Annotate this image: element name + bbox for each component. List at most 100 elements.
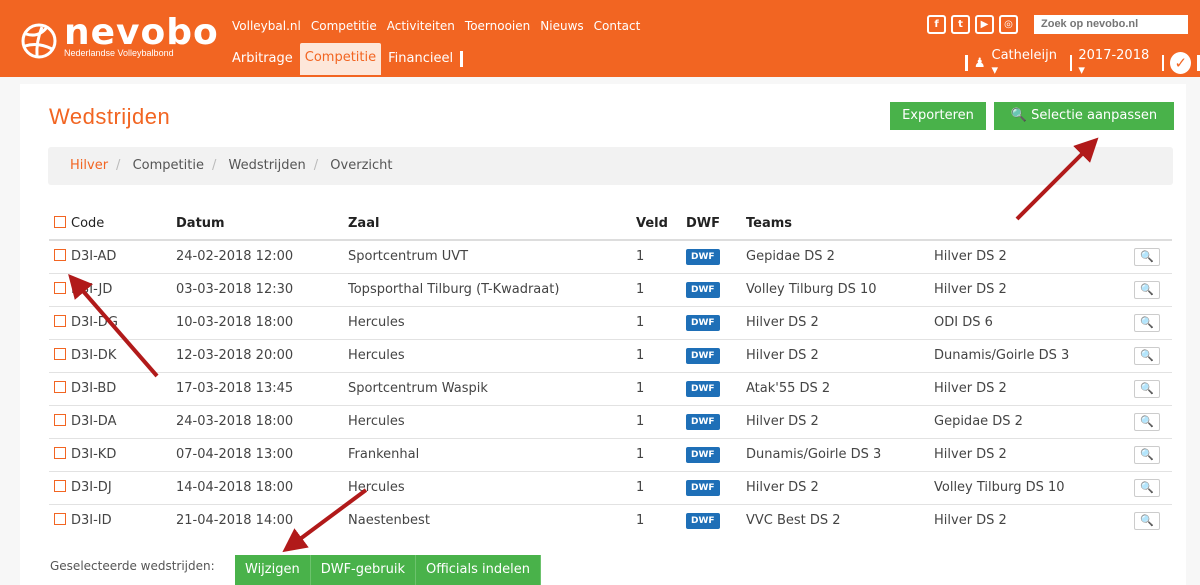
logo-subtitle: Nederlandse Volleybalbond — [64, 48, 174, 58]
youtube-icon[interactable]: ▶ — [975, 15, 994, 34]
season-value: 2017-2018 — [1078, 48, 1150, 63]
cell-team-away: Hilver DS 2 — [929, 371, 1129, 405]
dwf-badge[interactable]: DWF — [686, 348, 720, 364]
nav-competitie[interactable]: Competitie — [311, 19, 377, 33]
nevobo-logo[interactable]: nevobo Nederlandse Volleybalbond — [20, 12, 225, 62]
cell-team-away: Hilver DS 2 — [929, 437, 1129, 471]
nav-toernooien[interactable]: Toernooien — [465, 19, 530, 33]
row-checkbox[interactable] — [54, 480, 66, 492]
selection-adjust-button[interactable]: 🔍 Selectie aanpassen — [994, 102, 1174, 130]
cell-datum: 24-02-2018 12:00 — [171, 239, 343, 273]
cell-datum: 10-03-2018 18:00 — [171, 305, 343, 339]
cell-zaal: Frankenhal — [343, 437, 631, 471]
dwf-badge[interactable]: DWF — [686, 315, 720, 331]
code-value: D3I-ID — [71, 513, 112, 529]
top-header: nevobo Nederlandse Volleybalbond Volleyb… — [0, 0, 1200, 78]
view-match-button[interactable]: 🔍 — [1134, 412, 1160, 431]
cell-datum: 21-04-2018 14:00 — [171, 503, 343, 537]
subnav-arbitrage[interactable]: Arbitrage — [227, 44, 298, 74]
table-row[interactable]: D3I-DJ 14-04-2018 18:00 Hercules 1 DWF Hilver… — [49, 470, 1172, 504]
table-row[interactable]: D3I-KD 07-04-2018 13:00 Frankenhal 1 DWF Duna… — [49, 437, 1172, 471]
dwf-badge[interactable]: DWF — [686, 480, 720, 496]
table-row[interactable]: D3I-JD 03-03-2018 12:30 Topsporthal Tilbur… — [49, 272, 1172, 306]
code-value: D3I-DJ — [71, 480, 112, 495]
dwf-badge[interactable]: DWF — [686, 381, 720, 397]
breadcrumb-competitie[interactable]: Competitie — [133, 158, 204, 173]
sub-nav: Arbitrage Competitie Financieel — [227, 43, 464, 75]
instagram-icon[interactable]: ◎ — [999, 15, 1018, 34]
season-menu[interactable]: 2017-2018 ▾ — [1078, 48, 1155, 78]
header-code: Code — [49, 208, 171, 241]
select-all-checkbox[interactable] — [54, 216, 66, 228]
view-match-button[interactable]: 🔍 — [1134, 247, 1160, 266]
cell-team-home: Volley Tilburg DS 10 — [741, 272, 929, 306]
row-checkbox[interactable] — [54, 414, 66, 426]
cell-actions: 🔍 — [1129, 239, 1172, 273]
cell-actions: 🔍 — [1129, 404, 1172, 438]
dwf-badge[interactable]: DWF — [686, 414, 720, 430]
table-row[interactable]: D3I-AD 24-02-2018 12:00 Sportcentrum UVT 1 D… — [49, 239, 1172, 273]
dwf-badge[interactable]: DWF — [686, 249, 720, 266]
subnav-divider — [460, 51, 464, 67]
cell-team-home: Atak'55 DS 2 — [741, 371, 929, 405]
twitter-icon[interactable]: t — [951, 15, 970, 34]
row-checkbox[interactable] — [54, 249, 66, 262]
nav-activiteiten[interactable]: Activiteiten — [387, 19, 455, 33]
nav-volleybal[interactable]: Volleybal.nl — [232, 19, 301, 33]
table-row[interactable]: D3I-DG 10-03-2018 18:00 Hercules 1 DWF Hilver… — [49, 305, 1172, 339]
cell-veld: 1 — [631, 503, 681, 537]
site-search-input[interactable] — [1034, 15, 1188, 34]
header-datum: Datum — [171, 208, 343, 241]
export-button[interactable]: Exporteren — [890, 102, 986, 130]
row-checkbox[interactable] — [54, 348, 66, 360]
subnav-financieel[interactable]: Financieel — [383, 44, 458, 74]
facebook-icon[interactable]: f — [927, 15, 946, 34]
header-teams: Teams — [741, 208, 929, 241]
view-match-button[interactable]: 🔍 — [1134, 445, 1160, 464]
table-header-row: Code Datum Zaal Veld DWF Teams — [49, 208, 1172, 241]
cell-dwf: DWF — [681, 437, 741, 471]
table-row[interactable]: D3I-ID 21-04-2018 14:00 Naestenbest 1 DWF VVC… — [49, 503, 1172, 537]
dwf-gebruik-button[interactable]: DWF-gebruik — [310, 555, 416, 585]
breadcrumb-wedstrijden[interactable]: Wedstrijden — [228, 158, 305, 173]
row-checkbox[interactable] — [54, 381, 66, 393]
view-match-button[interactable]: 🔍 — [1134, 280, 1160, 299]
wijzigen-button[interactable]: Wijzigen — [235, 555, 311, 585]
view-match-button[interactable]: 🔍 — [1134, 313, 1160, 332]
code-value: D3I-DA — [71, 414, 117, 429]
cell-team-home: Hilver DS 2 — [741, 404, 929, 438]
nav-nieuws[interactable]: Nieuws — [540, 19, 583, 33]
row-checkbox[interactable] — [54, 315, 66, 327]
cell-zaal: Hercules — [343, 305, 631, 339]
row-checkbox[interactable] — [54, 447, 66, 459]
bulk-actions: Wijzigen DWF-gebruik Officials indelen — [235, 555, 541, 585]
dwf-badge[interactable]: DWF — [686, 513, 720, 530]
cell-dwf: DWF — [681, 503, 741, 537]
social-links: f t ▶ ◎ — [927, 15, 1018, 34]
user-name: Catheleijn — [991, 48, 1057, 63]
row-checkbox[interactable] — [54, 513, 66, 526]
view-match-button[interactable]: 🔍 — [1134, 346, 1160, 365]
dwf-badge[interactable]: DWF — [686, 447, 720, 463]
table-row[interactable]: D3I-DA 24-03-2018 18:00 Hercules 1 DWF Hilver… — [49, 404, 1172, 438]
header-teams-away — [929, 208, 1129, 241]
cell-team-away: Dunamis/Goirle DS 3 — [929, 338, 1129, 372]
nav-contact[interactable]: Contact — [594, 19, 641, 33]
view-match-button[interactable]: 🔍 — [1134, 511, 1160, 530]
row-checkbox[interactable] — [54, 282, 66, 294]
dwf-badge[interactable]: DWF — [686, 282, 720, 298]
header-zaal: Zaal — [343, 208, 631, 241]
check-icon[interactable]: ✓ — [1170, 52, 1192, 74]
officials-indelen-button[interactable]: Officials indelen — [415, 555, 541, 585]
view-match-button[interactable]: 🔍 — [1134, 478, 1160, 497]
table-row[interactable]: D3I-DK 12-03-2018 20:00 Hercules 1 DWF Hilver… — [49, 338, 1172, 372]
breadcrumb-hilver[interactable]: Hilver — [70, 158, 108, 173]
matches-table: Code Datum Zaal Veld DWF Teams D3I-AD 24-… — [49, 208, 1172, 537]
view-match-button[interactable]: 🔍 — [1134, 379, 1160, 398]
cell-team-away: Hilver DS 2 — [929, 272, 1129, 306]
subnav-competitie[interactable]: Competitie — [299, 43, 382, 75]
table-row[interactable]: D3I-BD 17-03-2018 13:45 Sportcentrum Waspi… — [49, 371, 1172, 405]
user-menu[interactable]: Catheleijn ▾ — [992, 48, 1064, 78]
breadcrumb: Hilver / Competitie / Wedstrijden / Overzic… — [48, 147, 1173, 185]
logo-text: nevobo — [64, 12, 219, 53]
